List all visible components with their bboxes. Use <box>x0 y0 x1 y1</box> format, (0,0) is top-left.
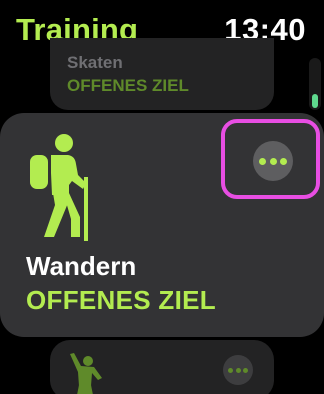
more-options-button[interactable] <box>223 355 253 385</box>
scroll-thumb <box>312 94 318 108</box>
workout-goal: OFFENES ZIEL <box>26 285 216 315</box>
hiking-icon <box>30 134 88 241</box>
ellipsis-icon <box>259 158 266 165</box>
ellipsis-dot <box>269 158 277 165</box>
workout-name: Wandern <box>26 251 137 281</box>
ellipsis-icon <box>228 368 233 373</box>
ellipsis-dot <box>235 368 241 373</box>
workout-card-skaten[interactable]: Skaten OFFENES ZIEL <box>50 38 274 110</box>
more-button-highlight <box>221 119 320 199</box>
dance-icon <box>70 353 102 394</box>
scroll-indicator[interactable] <box>309 58 321 110</box>
workout-card-next[interactable] <box>50 340 274 394</box>
workout-goal: OFFENES ZIEL <box>67 76 189 95</box>
ellipsis-dot <box>280 158 287 165</box>
workout-name: Skaten <box>67 53 123 72</box>
ellipsis-dot <box>243 368 248 373</box>
more-options-button[interactable] <box>253 141 293 181</box>
workout-card-wandern[interactable]: Wandern OFFENES ZIEL <box>0 113 324 337</box>
